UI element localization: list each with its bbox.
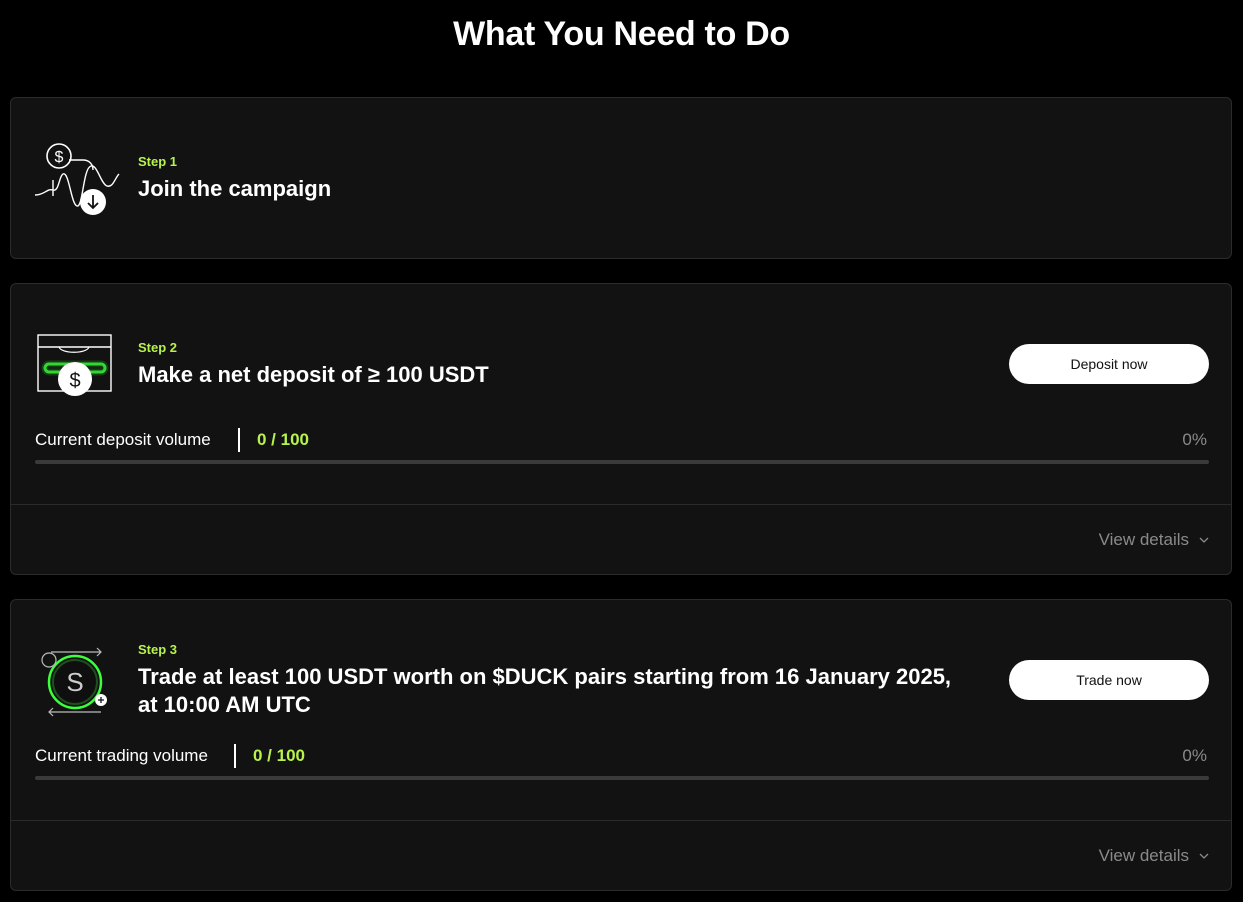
deposit-progress-value: 0 / 100 bbox=[257, 430, 309, 449]
view-details-label: View details bbox=[1098, 846, 1189, 865]
step-1-label: Step 1 bbox=[138, 154, 178, 169]
trading-progress-percent: 0% bbox=[1182, 746, 1207, 765]
page-title: What You Need to Do bbox=[453, 15, 790, 53]
deposit-progress-label: Current deposit volume bbox=[35, 430, 211, 449]
chevron-down-icon bbox=[1199, 537, 1209, 543]
trading-progress-value: 0 / 100 bbox=[253, 746, 305, 765]
svg-text:$: $ bbox=[55, 149, 64, 166]
card-divider bbox=[11, 820, 1231, 821]
progress-separator bbox=[238, 428, 240, 452]
step-1-card: $ Step 1 Join the campaign bbox=[10, 97, 1232, 259]
step-2-label: Step 2 bbox=[138, 340, 178, 355]
step-2-title: Make a net deposit of ≥ 100 USDT bbox=[138, 362, 489, 387]
view-details-label: View details bbox=[1098, 530, 1189, 549]
deposit-progress-percent: 0% bbox=[1182, 430, 1207, 449]
step-1-title: Join the campaign bbox=[138, 176, 332, 201]
deposit-icon: $ bbox=[37, 334, 112, 396]
trading-progress-bar bbox=[35, 776, 1209, 780]
view-details-link[interactable]: View details bbox=[1099, 529, 1209, 551]
step-3-title: Trade at least 100 USDT worth on $DUCK p… bbox=[138, 664, 952, 717]
join-campaign-icon: $ bbox=[34, 143, 120, 215]
card-divider bbox=[11, 504, 1231, 505]
trading-progress-label: Current trading volume bbox=[35, 746, 208, 765]
step-3-card: S Step 3 Trade at least 100 USDT worth o… bbox=[10, 599, 1232, 891]
deposit-now-button[interactable]: Deposit now bbox=[1009, 344, 1209, 384]
deposit-progress-bar bbox=[35, 460, 1209, 464]
chevron-down-icon bbox=[1199, 853, 1209, 859]
trade-now-button[interactable]: Trade now bbox=[1009, 660, 1209, 700]
progress-separator bbox=[234, 744, 236, 768]
svg-text:S: S bbox=[66, 667, 83, 697]
step-3-label: Step 3 bbox=[138, 642, 178, 657]
svg-text:$: $ bbox=[69, 370, 80, 392]
trade-icon: S bbox=[41, 647, 107, 717]
view-details-link[interactable]: View details bbox=[1099, 845, 1209, 867]
step-2-card: $ Step 2 Make a net deposit of ≥ 100 USD… bbox=[10, 283, 1232, 575]
